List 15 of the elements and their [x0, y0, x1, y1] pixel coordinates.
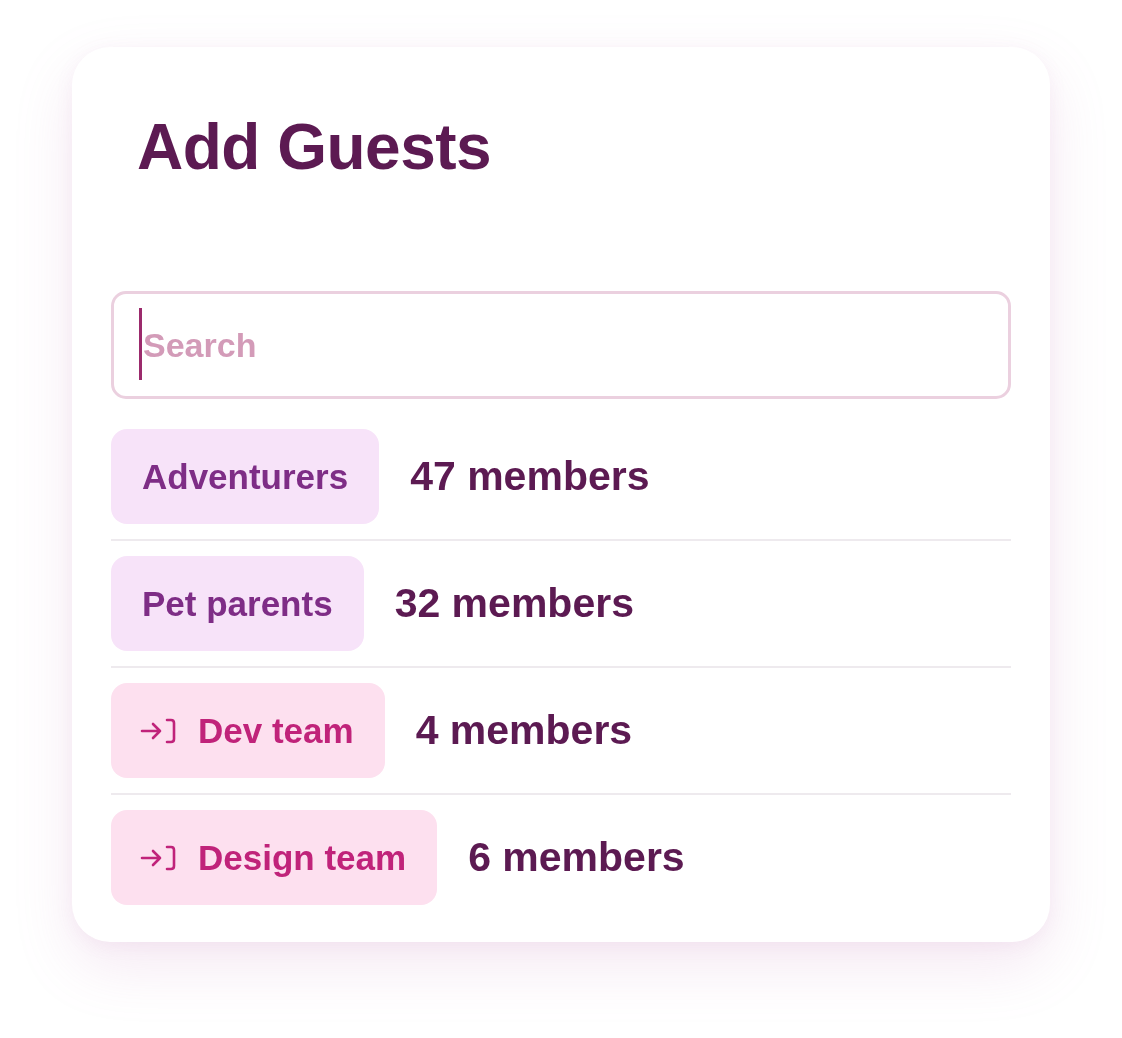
member-count: 6 members — [468, 834, 685, 881]
group-chip[interactable]: Dev team — [111, 683, 385, 778]
member-count: 4 members — [415, 707, 633, 754]
group-chip[interactable]: Adventurers — [111, 429, 380, 524]
search-field[interactable]: Search — [111, 291, 1011, 399]
group-chip[interactable]: Design team — [111, 810, 438, 905]
sign-in-icon — [140, 717, 176, 744]
sign-in-icon — [140, 844, 176, 871]
group-name: Design team — [198, 837, 407, 878]
member-count: 47 members — [410, 453, 650, 500]
dialog-title: Add Guests — [137, 110, 492, 185]
text-cursor-icon — [139, 308, 142, 380]
group-chip[interactable]: Pet parents — [111, 556, 364, 651]
member-count: 32 members — [394, 580, 634, 627]
group-name: Dev team — [198, 710, 354, 751]
